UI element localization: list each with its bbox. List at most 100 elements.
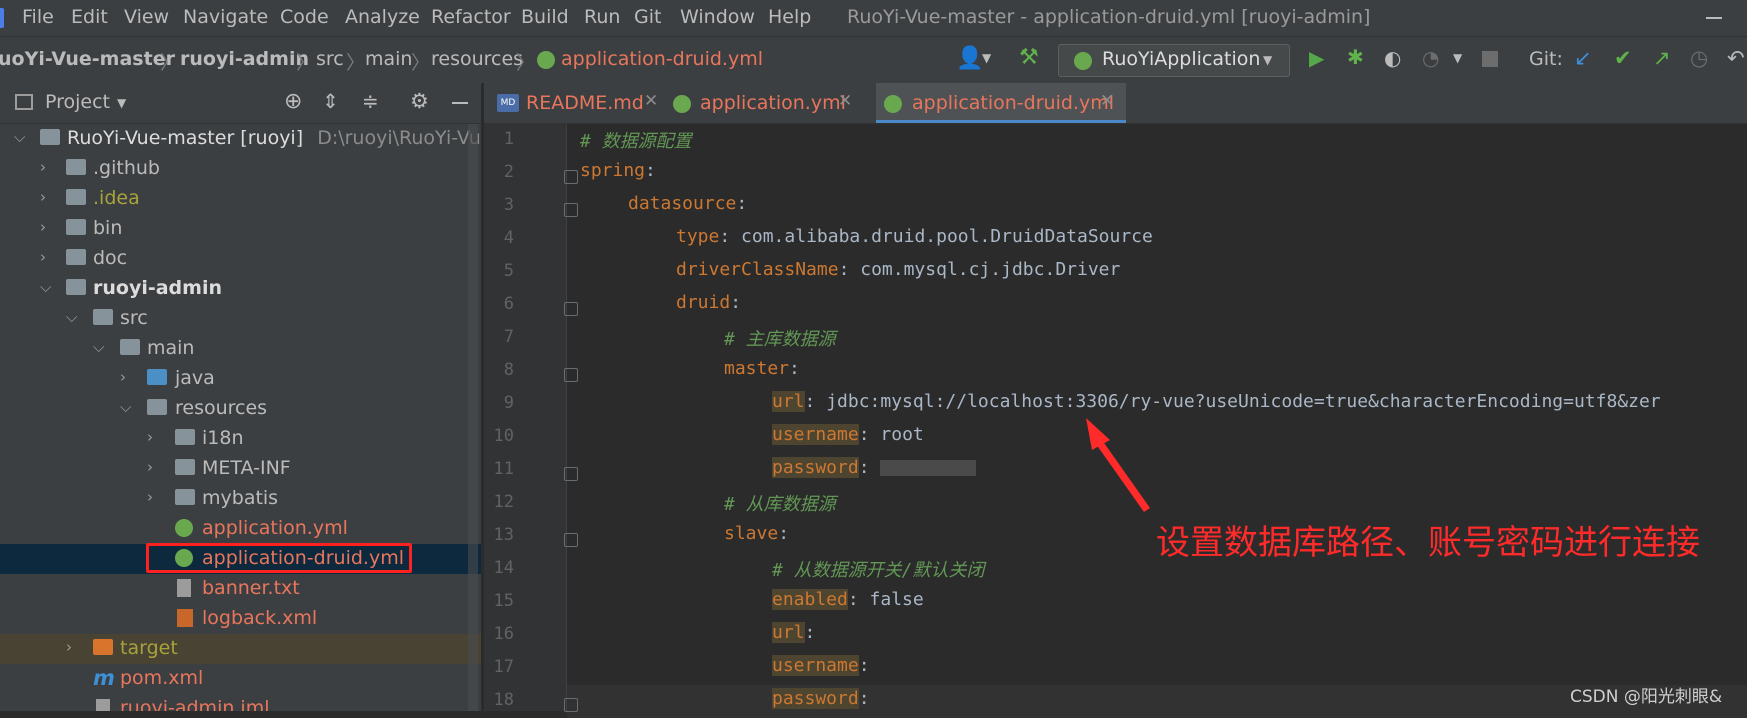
code-separator: : (858, 424, 881, 445)
tree-item-selected[interactable]: application-druid.yml (0, 543, 481, 574)
tree-scrollbar[interactable] (468, 124, 478, 711)
module-folder-icon (40, 129, 60, 145)
tree-item[interactable]: › java (0, 364, 481, 394)
breadcrumb-separator: 〉 (296, 52, 316, 74)
fold-marker-icon[interactable] (564, 170, 578, 184)
chevron-down-icon[interactable]: ▼ (982, 51, 991, 65)
menu-analyze[interactable]: Analyze (345, 6, 420, 28)
run-configuration-select[interactable]: RuoYiApplication ▼ (1058, 44, 1290, 77)
fold-marker-icon[interactable] (564, 467, 578, 481)
tree-item[interactable]: ⌵ ruoyi-admin (0, 274, 481, 304)
build-hammer-icon[interactable]: ⚒ (1019, 45, 1039, 70)
tree-item[interactable]: › META-INF (0, 454, 481, 484)
code-line: username: root (772, 424, 924, 445)
expand-all-icon[interactable]: ⇕ (322, 89, 339, 113)
tree-item-root[interactable]: ⌵ RuoYi-Vue-master [ruoyi] D:\ruoyi\RuoY… (0, 124, 481, 154)
menu-file[interactable]: File (22, 6, 54, 28)
project-panel-title[interactable]: Project (45, 91, 110, 113)
git-commit-icon[interactable]: ✔ (1614, 46, 1632, 70)
code-value: com.mysql.cj.jdbc.Driver (860, 259, 1121, 280)
profiler-icon[interactable]: ◔ (1422, 46, 1439, 70)
run-icon[interactable]: ▶ (1309, 46, 1324, 70)
locate-icon[interactable]: ⊕ (284, 89, 302, 114)
hide-panel-icon[interactable] (452, 102, 468, 104)
chevron-right-icon: › (40, 218, 46, 236)
code-line: # 从数据源开关/默认关闭 (772, 556, 985, 582)
tree-item[interactable]: ⌵ resources (0, 394, 481, 424)
fold-marker-icon[interactable] (564, 203, 578, 217)
coverage-icon[interactable]: ◐ (1384, 46, 1401, 70)
watermark-text: CSDN @阳光刺眼& (1570, 687, 1723, 707)
red-highlight-box (146, 543, 412, 573)
tree-item[interactable]: › bin (0, 214, 481, 244)
breadcrumb-file[interactable]: application-druid.yml (561, 48, 763, 70)
tree-item[interactable]: ⌵ src (0, 304, 481, 334)
iml-file-icon (96, 699, 110, 711)
gear-icon[interactable]: ⚙ (410, 89, 429, 113)
tab-application-yml[interactable]: application.yml ✕ (660, 83, 860, 123)
tree-item[interactable]: ⌵ main (0, 334, 481, 364)
tree-item[interactable]: › .github (0, 154, 481, 184)
chevron-down-icon[interactable]: ▼ (1453, 51, 1462, 65)
breadcrumb-project[interactable]: uoYi-Vue-master (0, 48, 175, 70)
history-icon[interactable]: ◷ (1690, 46, 1708, 70)
breadcrumb-resources[interactable]: resources (431, 48, 523, 70)
menu-git[interactable]: Git (634, 6, 661, 28)
tree-item-label: ruoyi-admin (93, 277, 222, 299)
chevron-down-icon[interactable]: ▼ (117, 96, 126, 110)
tree-item[interactable]: application.yml (0, 514, 481, 544)
tree-item[interactable]: › .idea (0, 184, 481, 214)
menu-code[interactable]: Code (280, 6, 329, 28)
menu-window[interactable]: Window (680, 6, 755, 28)
chevron-right-icon: › (147, 458, 153, 476)
folder-icon (175, 489, 195, 505)
rollback-icon[interactable]: ↶ (1727, 46, 1745, 70)
code-line: slave: (724, 523, 789, 544)
tab-application-druid-yml[interactable]: application-druid.yml ✕ (876, 83, 1126, 123)
close-icon[interactable]: ✕ (644, 91, 658, 111)
tree-item[interactable]: › doc (0, 244, 481, 274)
breadcrumb-main[interactable]: main (365, 48, 412, 70)
folder-icon (66, 159, 86, 175)
menu-view[interactable]: View (124, 6, 169, 28)
menu-navigate[interactable]: Navigate (183, 6, 268, 28)
collapse-all-icon[interactable]: ≑ (362, 89, 379, 113)
menu-refactor[interactable]: Refactor (431, 6, 511, 28)
tree-item-label: META-INF (202, 457, 291, 479)
tree-item[interactable]: › target (0, 634, 481, 664)
git-update-icon[interactable]: ↙ (1574, 46, 1592, 70)
line-number: 15 (493, 591, 514, 611)
code-line: driverClassName: com.mysql.cj.jdbc.Drive… (676, 259, 1120, 280)
excluded-folder-icon (93, 639, 113, 655)
close-icon[interactable]: ✕ (838, 91, 852, 111)
tree-item[interactable]: banner.txt (0, 574, 481, 604)
menu-help[interactable]: Help (768, 6, 811, 28)
maven-icon: m (93, 666, 115, 690)
tree-item-label: RuoYi-Vue-master [ruoyi] D:\ruoyi\RuoYi-… (67, 127, 481, 149)
fold-marker-icon[interactable] (564, 368, 578, 382)
user-icon[interactable]: 👤 (956, 46, 983, 71)
stop-icon[interactable] (1482, 51, 1498, 67)
debug-icon[interactable]: ✱ (1347, 45, 1364, 69)
code-separator: : (804, 622, 816, 643)
breadcrumb-module[interactable]: ruoyi-admin (180, 48, 309, 70)
line-number: 10 (493, 426, 514, 446)
tree-item[interactable]: logback.xml (0, 604, 481, 634)
menu-build[interactable]: Build (521, 6, 569, 28)
tree-item[interactable]: › i18n (0, 424, 481, 454)
tab-readme[interactable]: MD README.md ✕ (484, 83, 660, 123)
tree-item[interactable]: ruoyi-admin.iml (0, 694, 481, 711)
tab-label: application-druid.yml (912, 92, 1114, 114)
fold-marker-icon[interactable] (564, 302, 578, 316)
minimize-icon[interactable] (1706, 17, 1722, 19)
breadcrumb-src[interactable]: src (316, 48, 344, 70)
git-push-icon[interactable]: ↗ (1653, 46, 1671, 70)
tree-item[interactable]: › mybatis (0, 484, 481, 514)
menu-edit[interactable]: Edit (71, 6, 108, 28)
fold-marker-icon[interactable] (564, 698, 578, 712)
fold-marker-icon[interactable] (564, 533, 578, 547)
close-icon[interactable]: ✕ (1100, 91, 1114, 111)
menu-run[interactable]: Run (584, 6, 620, 28)
tree-item[interactable]: m pom.xml (0, 664, 481, 694)
tree-item-label: ruoyi-admin.iml (120, 697, 270, 711)
